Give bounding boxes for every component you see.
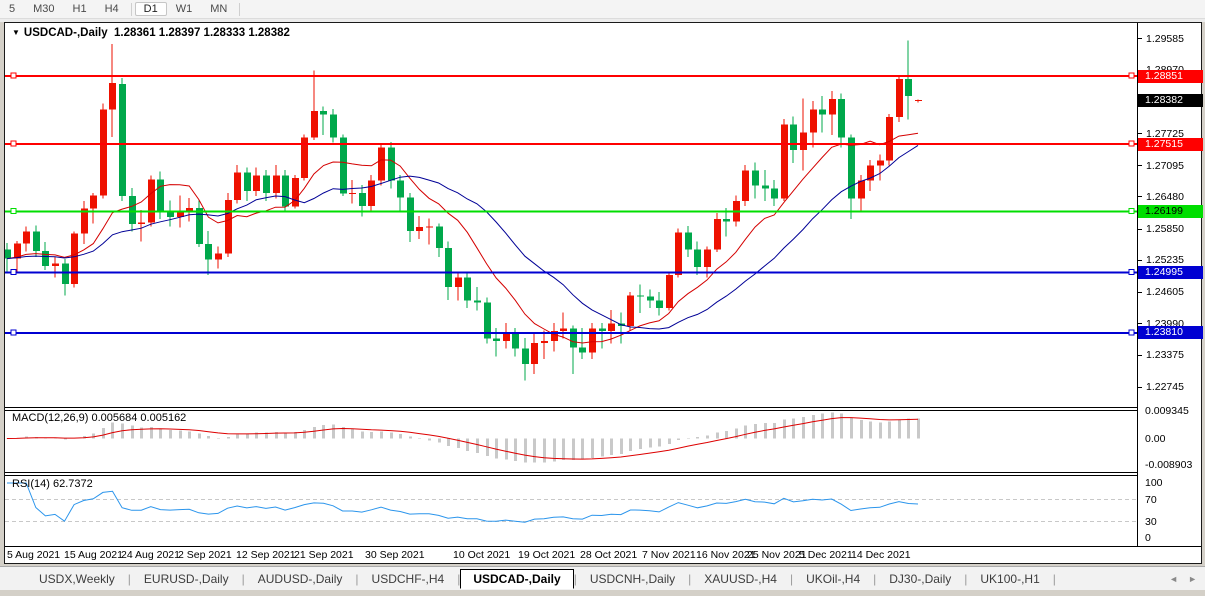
indicator-scale-label: -0.008903 <box>1145 459 1192 471</box>
price-tick-label: 1.22745 <box>1146 381 1184 393</box>
level-price-badge: 1.28851 <box>1138 70 1203 83</box>
price-tick-mark <box>1138 229 1142 230</box>
date-tick-label: 2 Sep 2021 <box>178 549 232 561</box>
price-tick-mark <box>1138 355 1142 356</box>
price-tick-label: 1.29585 <box>1146 33 1184 45</box>
date-tick-label: 10 Oct 2021 <box>453 549 510 561</box>
chart-tab-usdchf[interactable]: USDCHF-,H4 <box>359 569 458 589</box>
macd-indicator-label: MACD(12,26,9) 0.005684 0.005162 <box>12 412 186 424</box>
indicator-scale-label: 30 <box>1145 516 1157 528</box>
price-tick-label: 1.25850 <box>1146 223 1184 235</box>
price-tick-mark <box>1138 260 1142 261</box>
price-tick-mark <box>1138 323 1142 324</box>
chart-tab-eurusd[interactable]: EURUSD-,Daily <box>131 569 242 589</box>
level-price-badge: 1.26199 <box>1138 205 1203 218</box>
indicator-scale-label: 0.009345 <box>1145 405 1189 417</box>
chart-tab-uk100[interactable]: UK100-,H1 <box>967 569 1052 589</box>
price-tick-label: 1.26480 <box>1146 191 1184 203</box>
chart-tab-xauusd[interactable]: XAUUSD-,H4 <box>691 569 790 589</box>
date-tick-label: 30 Sep 2021 <box>365 549 425 561</box>
indicator-scale-label: 100 <box>1145 477 1163 489</box>
window-bottom-strip <box>0 590 1205 596</box>
tab-scroll-left-icon[interactable]: ◄ <box>1169 574 1178 584</box>
date-tick-label: 19 Oct 2021 <box>518 549 575 561</box>
date-tick-label: 5 Dec 2021 <box>799 549 853 561</box>
price-tick-label: 1.24605 <box>1146 286 1184 298</box>
timeframe-button-w1[interactable]: W1 <box>167 2 202 16</box>
date-tick-label: 21 Sep 2021 <box>294 549 354 561</box>
timeframe-button-d1[interactable]: D1 <box>135 2 167 16</box>
level-price-badge: 1.24995 <box>1138 266 1203 279</box>
date-tick-label: 28 Oct 2021 <box>580 549 637 561</box>
panel-separator[interactable] <box>5 475 1201 476</box>
price-tick-mark <box>1138 133 1142 134</box>
date-tick-label: 5 Aug 2021 <box>7 549 60 561</box>
level-price-badge: 1.27515 <box>1138 138 1203 151</box>
panel-separator[interactable] <box>5 407 1201 408</box>
chevron-down-icon[interactable]: ▼ <box>12 28 20 37</box>
timeframe-button-m30[interactable]: M30 <box>24 2 63 16</box>
date-tick-label: 12 Sep 2021 <box>236 549 296 561</box>
chart-tab-dj30[interactable]: DJ30-,Daily <box>876 569 964 589</box>
timeframe-button-h1[interactable]: H1 <box>64 2 96 16</box>
chart-symbol-label: USDCAD-,Daily <box>24 27 108 39</box>
toolbar-separator <box>239 3 240 16</box>
panel-separator[interactable] <box>5 472 1201 473</box>
price-tick-label: 1.27095 <box>1146 160 1184 172</box>
date-tick-label: 15 Aug 2021 <box>64 549 123 561</box>
chart-tab-usdx[interactable]: USDX,Weekly <box>26 569 128 589</box>
date-tick-label: 24 Aug 2021 <box>121 549 180 561</box>
price-tick-mark <box>1138 387 1142 388</box>
chart-title: ▼ USDCAD-,Daily 1.28361 1.28397 1.28333 1… <box>12 27 290 39</box>
current-price-badge: 1.28382 <box>1138 94 1203 107</box>
rsi-indicator-label: RSI(14) 62.7372 <box>12 478 93 490</box>
chart-tab-usdcnh[interactable]: USDCNH-,Daily <box>577 569 688 589</box>
price-tick-mark <box>1138 292 1142 293</box>
panel-separator[interactable] <box>5 410 1201 411</box>
timeframe-button-5[interactable]: 5 <box>0 2 24 16</box>
date-tick-label: 14 Dec 2021 <box>851 549 911 561</box>
rsi-line <box>7 483 918 522</box>
tab-scroll-right-icon[interactable]: ► <box>1188 574 1197 584</box>
date-tick-label: 25 Nov 2021 <box>747 549 807 561</box>
timeframe-button-h4[interactable]: H4 <box>96 2 128 16</box>
chart-ohlc-values: 1.28361 1.28397 1.28333 1.28382 <box>114 27 290 39</box>
chart-tab-bar: USDX,Weekly|EURUSD-,Daily|AUDUSD-,Daily|… <box>0 566 1205 590</box>
date-tick-label: 7 Nov 2021 <box>642 549 696 561</box>
indicator-scale-label: 0 <box>1145 532 1151 544</box>
level-price-badge: 1.23810 <box>1138 326 1203 339</box>
chart-canvas[interactable] <box>5 23 1137 563</box>
toolbar-separator <box>131 3 132 16</box>
horizontal-level-lines <box>5 73 1137 335</box>
indicator-scale-label: 70 <box>1145 494 1157 506</box>
price-tick-mark <box>1138 38 1142 39</box>
price-tick-mark <box>1138 196 1142 197</box>
indicator-scale-label: 0.00 <box>1145 433 1165 445</box>
price-tick-label: 1.23375 <box>1146 349 1184 361</box>
date-scale[interactable]: 5 Aug 2021 15 Aug 202124 Aug 20212 Sep 20… <box>5 547 1201 563</box>
price-tick-mark <box>1138 165 1142 166</box>
chart-tab-audusd[interactable]: AUDUSD-,Daily <box>245 569 356 589</box>
chart-tab-usdcad[interactable]: USDCAD-,Daily <box>460 569 573 589</box>
timeframe-button-mn[interactable]: MN <box>201 2 236 16</box>
tab-separator: | <box>1053 572 1056 586</box>
timeframe-toolbar: 5M30H1H4 D1W1MN <box>0 0 1205 19</box>
chart-tab-ukoil[interactable]: UKOil-,H4 <box>793 569 873 589</box>
price-tick-label: 1.25235 <box>1146 254 1184 266</box>
chart-window: ▼ USDCAD-,Daily 1.28361 1.28397 1.28333 1… <box>4 22 1202 564</box>
